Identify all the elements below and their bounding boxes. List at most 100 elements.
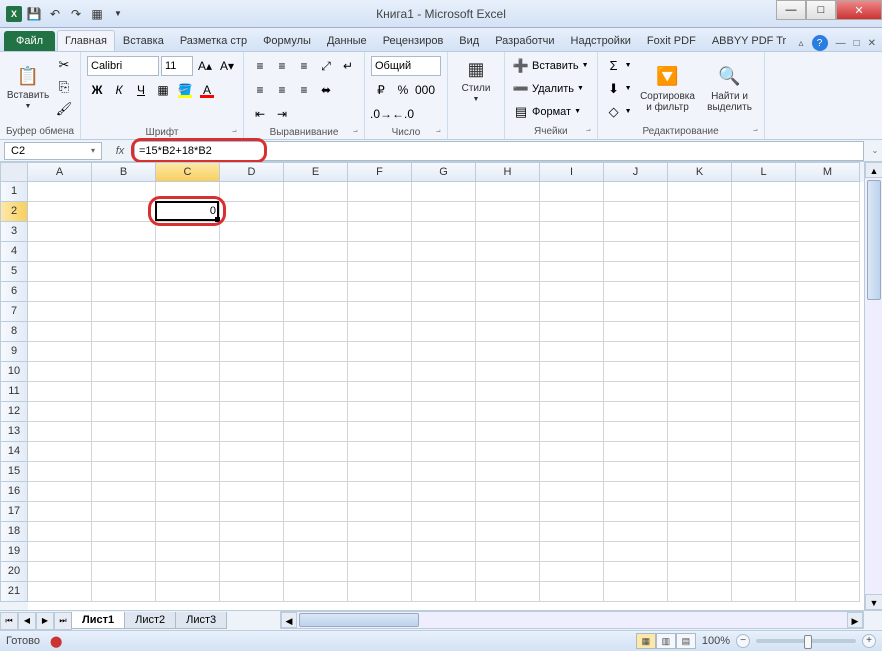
cell[interactable] [28, 382, 92, 402]
cell[interactable] [220, 182, 284, 202]
cell[interactable] [668, 202, 732, 222]
cell[interactable] [220, 522, 284, 542]
doc-close-icon[interactable]: ✕ [868, 38, 876, 49]
cell[interactable] [412, 302, 476, 322]
cell[interactable] [28, 362, 92, 382]
cell[interactable] [348, 282, 412, 302]
cell[interactable] [412, 442, 476, 462]
cell[interactable] [156, 562, 220, 582]
cell[interactable] [476, 502, 540, 522]
cell[interactable] [28, 222, 92, 242]
sort-filter-button[interactable]: 🔽 Сортировка и фильтр [638, 55, 698, 122]
cell[interactable] [476, 242, 540, 262]
cell[interactable] [668, 182, 732, 202]
cell[interactable] [412, 402, 476, 422]
column-header[interactable]: L [732, 162, 796, 182]
ribbon-tab[interactable]: Главная [57, 30, 115, 51]
zoom-in-button[interactable]: + [862, 634, 876, 648]
cell[interactable] [732, 422, 796, 442]
cell[interactable] [604, 542, 668, 562]
cell[interactable] [732, 462, 796, 482]
cell[interactable] [92, 182, 156, 202]
cell[interactable] [668, 382, 732, 402]
ribbon-tab[interactable]: ABBYY PDF Tr [704, 30, 794, 51]
cell[interactable] [668, 542, 732, 562]
cut-icon[interactable]: ✂ [54, 55, 74, 75]
cell[interactable] [476, 282, 540, 302]
cell[interactable] [412, 342, 476, 362]
cell[interactable] [156, 442, 220, 462]
row-header[interactable]: 13 [0, 422, 28, 442]
cell[interactable] [348, 302, 412, 322]
orientation-icon[interactable]: ⤢ [316, 56, 336, 76]
cell[interactable] [604, 402, 668, 422]
macro-record-icon[interactable]: ⬤ [50, 635, 62, 648]
cell[interactable] [348, 502, 412, 522]
font-color-button[interactable]: A [197, 80, 217, 100]
doc-minimize-icon[interactable]: — [836, 38, 846, 49]
cell[interactable] [668, 442, 732, 462]
cell[interactable] [476, 222, 540, 242]
cell[interactable] [796, 202, 860, 222]
cell[interactable] [156, 262, 220, 282]
zoom-slider[interactable] [756, 639, 856, 643]
cell[interactable] [156, 482, 220, 502]
cell[interactable] [92, 362, 156, 382]
cell[interactable] [476, 342, 540, 362]
cell[interactable] [348, 482, 412, 502]
column-header[interactable]: K [668, 162, 732, 182]
sheet-tab[interactable]: Лист3 [175, 612, 227, 629]
cell[interactable] [284, 202, 348, 222]
cell[interactable] [220, 462, 284, 482]
cell[interactable] [92, 382, 156, 402]
cell[interactable] [668, 402, 732, 422]
cell[interactable] [92, 402, 156, 422]
page-break-view-button[interactable]: ▤ [676, 633, 696, 649]
cell[interactable] [412, 262, 476, 282]
cell[interactable] [476, 262, 540, 282]
font-name-select[interactable] [87, 56, 159, 76]
cell[interactable] [796, 242, 860, 262]
row-header[interactable]: 4 [0, 242, 28, 262]
cell[interactable] [92, 342, 156, 362]
cell[interactable] [732, 522, 796, 542]
comma-icon[interactable]: 000 [415, 80, 435, 100]
autosum-button[interactable]: Σ▼ [604, 55, 634, 76]
cell[interactable] [412, 482, 476, 502]
cell[interactable] [476, 402, 540, 422]
cell[interactable] [476, 482, 540, 502]
cell[interactable] [540, 342, 604, 362]
cell[interactable] [348, 182, 412, 202]
cell[interactable] [540, 542, 604, 562]
cell[interactable] [284, 342, 348, 362]
cell[interactable] [604, 522, 668, 542]
cell[interactable] [604, 282, 668, 302]
cell[interactable] [28, 562, 92, 582]
cell[interactable] [284, 582, 348, 602]
cell[interactable] [476, 562, 540, 582]
cell[interactable] [540, 322, 604, 342]
scroll-right-icon[interactable]: ▶ [847, 612, 863, 628]
currency-icon[interactable]: ₽ [371, 80, 391, 100]
cell[interactable] [732, 382, 796, 402]
decrease-indent-icon[interactable]: ⇤ [250, 104, 270, 124]
cell[interactable] [540, 202, 604, 222]
cell[interactable] [604, 242, 668, 262]
column-header[interactable]: F [348, 162, 412, 182]
row-header[interactable]: 1 [0, 182, 28, 202]
cell[interactable] [732, 542, 796, 562]
cell[interactable] [668, 462, 732, 482]
merge-icon[interactable]: ⬌ [316, 80, 336, 100]
cell[interactable] [220, 362, 284, 382]
cell[interactable] [476, 362, 540, 382]
ribbon-tab[interactable]: Надстройки [563, 30, 639, 51]
cell[interactable] [732, 282, 796, 302]
cell[interactable] [156, 582, 220, 602]
help-icon[interactable]: ? [812, 35, 828, 51]
zoom-level[interactable]: 100% [702, 635, 730, 647]
cell[interactable] [28, 522, 92, 542]
cell[interactable] [796, 482, 860, 502]
page-layout-view-button[interactable]: ▥ [656, 633, 676, 649]
cell[interactable] [476, 582, 540, 602]
cell[interactable] [412, 382, 476, 402]
